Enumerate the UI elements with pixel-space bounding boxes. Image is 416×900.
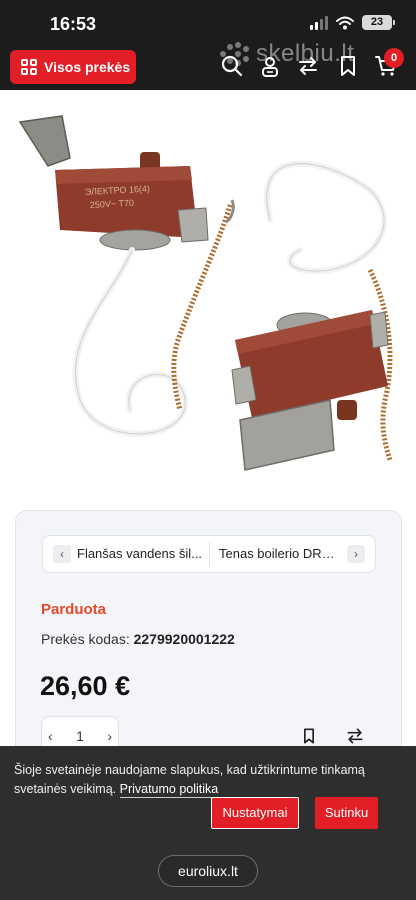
related-product-prev[interactable]: Flanšas vandens šil... <box>77 536 203 572</box>
bookmark-icon[interactable] <box>336 54 360 78</box>
sold-status-label: Parduota <box>41 601 107 618</box>
header-nav-icons <box>220 54 410 82</box>
wifi-icon <box>336 16 354 29</box>
product-price: 26,60 € <box>40 671 131 701</box>
product-code-label: Prekės kodas: <box>41 631 130 647</box>
signal-icon <box>310 15 328 30</box>
thermostat-left: ЭЛЕКТРО 16(4) 250V~ T70 <box>18 115 235 437</box>
increase-quantity-icon[interactable]: › <box>107 728 112 744</box>
product-code-value: 2279920001222 <box>133 631 235 647</box>
compare-icon[interactable] <box>345 726 365 746</box>
privacy-policy-link[interactable]: Privatumo politika <box>119 782 219 798</box>
next-product-arrow-icon[interactable]: › <box>347 545 365 563</box>
cookie-settings-button[interactable]: Nustatymai <box>211 797 299 829</box>
quantity-value[interactable]: 1 <box>60 728 100 744</box>
thermostat-right <box>231 160 393 471</box>
status-time: 16:53 <box>50 14 97 34</box>
related-product-next[interactable]: Tenas boilerio DRA... <box>219 536 341 572</box>
nav-divider <box>209 542 210 566</box>
battery-indicator: 23 <box>362 15 395 30</box>
compare-icon[interactable] <box>296 54 320 78</box>
user-icon[interactable] <box>258 54 282 78</box>
cart-count-badge: 0 <box>384 48 404 68</box>
status-icons: 23 <box>310 15 395 30</box>
cookie-accept-button[interactable]: Sutinku <box>315 797 378 829</box>
product-info-card: ‹ Flanšas vandens šil... Tenas boilerio … <box>15 510 402 770</box>
all-products-label: Visos prekės <box>44 59 131 75</box>
cookie-banner: Šioje svetainėje naudojame slapukus, kad… <box>0 746 416 900</box>
decrease-quantity-icon[interactable]: ‹ <box>48 728 53 744</box>
search-icon[interactable] <box>220 54 244 78</box>
grid-icon <box>21 59 37 75</box>
browser-url-bar[interactable]: euroliux.lt <box>158 855 258 887</box>
cookie-text-block: Šioje svetainėje naudojame slapukus, kad… <box>14 761 404 799</box>
related-products-nav: ‹ Flanšas vandens šil... Tenas boilerio … <box>42 535 376 573</box>
product-image[interactable]: ЭЛЕКТРО 16(4) 250V~ T70 <box>0 100 416 490</box>
product-code-row: Prekės kodas: 2279920001222 <box>41 631 235 647</box>
site-header: 16:53 23 Visos prekės skelbiu.lt 0 <box>0 0 416 90</box>
bookmark-icon[interactable] <box>299 726 319 746</box>
all-products-button[interactable]: Visos prekės <box>10 50 136 84</box>
prev-product-arrow-icon[interactable]: ‹ <box>53 545 71 563</box>
